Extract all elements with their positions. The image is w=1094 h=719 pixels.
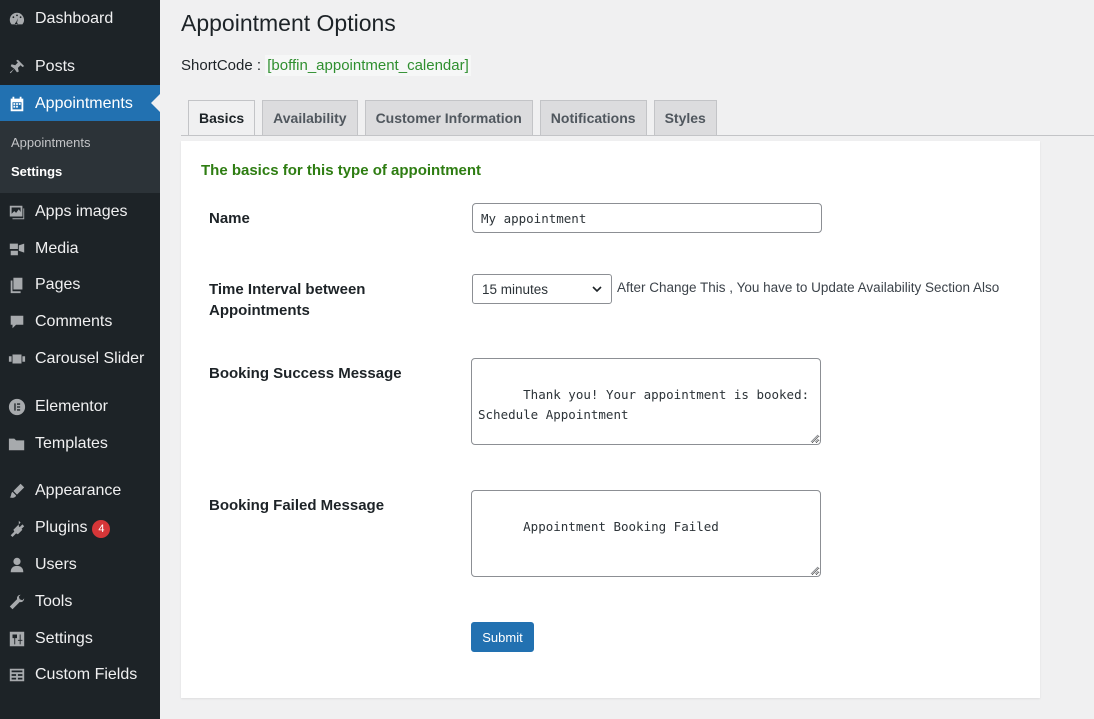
submit-button[interactable]: Submit bbox=[471, 622, 534, 652]
tab-styles[interactable]: Styles bbox=[653, 100, 717, 136]
sidebar-item-label: Appearance bbox=[35, 481, 122, 499]
wrench-icon bbox=[7, 592, 27, 612]
resize-grip-icon[interactable] bbox=[810, 434, 819, 443]
sidebar-item-label: Elementor bbox=[35, 397, 108, 415]
update-count-badge: 4 bbox=[92, 519, 111, 538]
sidebar-item-label: Pages bbox=[35, 275, 81, 293]
submenu-item-appointments[interactable]: Appointments bbox=[11, 135, 91, 150]
slider-icon bbox=[7, 349, 27, 369]
name-label: Name bbox=[209, 210, 250, 227]
sidebar-item-settings[interactable]: Settings bbox=[0, 620, 160, 657]
sidebar-item-label: Tools bbox=[35, 592, 73, 610]
failed-message-text: Appointment Booking Failed bbox=[523, 519, 719, 534]
time-interval-select[interactable]: 15 minutes bbox=[472, 274, 612, 304]
time-interval-label: Time Interval between Appointments bbox=[209, 281, 366, 319]
shortcode-label: ShortCode bbox=[181, 57, 253, 74]
comments-icon bbox=[7, 312, 27, 332]
failed-message-label: Booking Failed Message bbox=[209, 497, 385, 514]
shortcode-separator: : bbox=[256, 57, 262, 74]
calendar-icon bbox=[7, 94, 27, 114]
settings-icon bbox=[7, 629, 27, 649]
sidebar-item-dashboard[interactable]: Dashboard bbox=[0, 0, 160, 37]
tab-availability[interactable]: Availability bbox=[262, 100, 358, 136]
sidebar-item-label: Users bbox=[35, 555, 77, 573]
table-icon bbox=[7, 665, 27, 685]
sidebar-item-label: Posts bbox=[35, 57, 76, 75]
sidebar-item-label: Dashboard bbox=[35, 9, 114, 27]
dashboard-icon bbox=[7, 9, 27, 29]
pages-icon bbox=[7, 275, 27, 295]
sidebar-item-label: Carousel Slider bbox=[35, 349, 145, 367]
active-indicator bbox=[151, 94, 160, 112]
sidebar-item-label: Settings bbox=[35, 629, 93, 647]
media-icon bbox=[7, 239, 27, 259]
appointments-submenu: Appointments Settings bbox=[0, 121, 160, 193]
shortcode-row: ShortCode : [boffin_appointment_calendar… bbox=[181, 55, 471, 76]
folder-icon bbox=[7, 434, 27, 454]
sidebar-item-carousel-slider[interactable]: Carousel Slider bbox=[0, 340, 160, 377]
success-message-label: Booking Success Message bbox=[209, 365, 402, 382]
resize-grip-icon[interactable] bbox=[810, 566, 819, 575]
submenu-item-settings[interactable]: Settings bbox=[11, 164, 62, 179]
sidebar-item-label: Comments bbox=[35, 312, 113, 330]
elementor-icon bbox=[7, 397, 27, 417]
sidebar-item-label: Custom Fields bbox=[35, 665, 138, 683]
tab-notifications[interactable]: Notifications bbox=[539, 100, 647, 136]
sidebar-item-templates[interactable]: Templates bbox=[0, 425, 160, 462]
sidebar-item-comments[interactable]: Comments bbox=[0, 303, 160, 340]
time-interval-value: 15 minutes bbox=[482, 281, 549, 297]
success-message-textarea[interactable]: Thank you! Your appointment is booked: S… bbox=[471, 358, 821, 445]
sidebar-item-plugins[interactable]: Plugins 4 bbox=[0, 509, 160, 546]
sidebar-item-label: Media bbox=[35, 239, 79, 257]
pin-icon bbox=[7, 57, 27, 77]
tab-divider bbox=[181, 135, 1094, 136]
sidebar-item-elementor[interactable]: Elementor bbox=[0, 388, 160, 425]
sidebar-item-label: Plugins bbox=[35, 518, 88, 536]
failed-message-textarea[interactable]: Appointment Booking Failed bbox=[471, 490, 821, 577]
success-message-text: Thank you! Your appointment is booked: S… bbox=[478, 387, 810, 422]
sidebar-item-apps-images[interactable]: Apps images bbox=[0, 193, 160, 230]
plug-icon bbox=[7, 518, 27, 538]
sidebar-item-appointments[interactable]: Appointments bbox=[0, 85, 160, 122]
sidebar-item-custom-fields[interactable]: Custom Fields bbox=[0, 656, 160, 693]
chevron-down-icon bbox=[592, 286, 602, 293]
tab-customer-information[interactable]: Customer Information bbox=[364, 100, 533, 136]
sidebar-item-label: Apps images bbox=[35, 202, 128, 220]
main-content: Appointment Options ShortCode : [boffin_… bbox=[160, 0, 1094, 719]
images-icon bbox=[7, 202, 27, 222]
basics-panel: The basics for this type of appointment … bbox=[181, 141, 1040, 698]
sidebar-item-media[interactable]: Media bbox=[0, 230, 160, 267]
section-heading: The basics for this type of appointment bbox=[201, 162, 482, 179]
sidebar-item-label: Templates bbox=[35, 434, 108, 452]
admin-sidebar: Dashboard Posts Appointments Appointment… bbox=[0, 0, 160, 719]
brush-icon bbox=[7, 481, 27, 501]
shortcode-value: [boffin_appointment_calendar] bbox=[265, 55, 471, 76]
page-title: Appointment Options bbox=[181, 10, 396, 36]
sidebar-item-pages[interactable]: Pages bbox=[0, 266, 160, 303]
name-input[interactable] bbox=[472, 203, 822, 233]
time-interval-help: After Change This , You have to Update A… bbox=[617, 280, 1000, 295]
sidebar-item-appearance[interactable]: Appearance bbox=[0, 472, 160, 509]
sidebar-item-tools[interactable]: Tools bbox=[0, 583, 160, 620]
sidebar-item-users[interactable]: Users bbox=[0, 546, 160, 583]
tab-basics[interactable]: Basics bbox=[188, 100, 256, 136]
sidebar-item-posts[interactable]: Posts bbox=[0, 48, 160, 85]
sidebar-item-label: Appointments bbox=[35, 94, 133, 112]
settings-tabs: Basics Availability Customer Information… bbox=[188, 100, 724, 136]
user-icon bbox=[7, 555, 27, 575]
